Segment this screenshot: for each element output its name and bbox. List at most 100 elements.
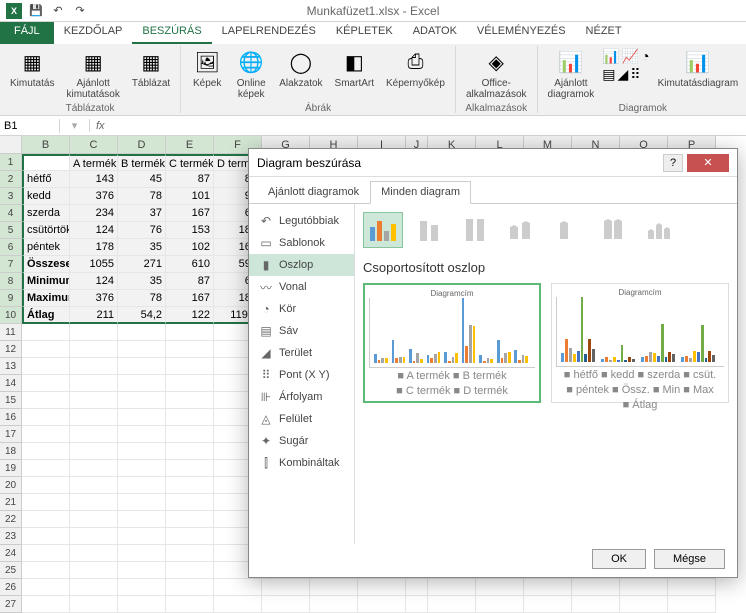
cell[interactable]: 101	[166, 188, 214, 205]
file-tab[interactable]: FÁJL	[0, 22, 54, 44]
row-header[interactable]: 10	[0, 307, 22, 324]
table-button[interactable]: ▦Táblázat	[128, 46, 174, 91]
cell[interactable]	[22, 477, 70, 494]
cell[interactable]: 45	[118, 171, 166, 188]
row-header[interactable]: 19	[0, 460, 22, 477]
row-header[interactable]: 18	[0, 443, 22, 460]
cell[interactable]	[70, 460, 118, 477]
cell[interactable]	[22, 562, 70, 579]
cell[interactable]	[262, 579, 310, 596]
subtype-3d-column[interactable]	[639, 212, 679, 248]
cell[interactable]	[620, 596, 668, 613]
subtype-stacked-column[interactable]	[409, 212, 449, 248]
cell[interactable]	[22, 494, 70, 511]
tab-layout[interactable]: LAPELRENDEZÉS	[212, 22, 326, 44]
cell[interactable]: 37	[118, 205, 166, 222]
side-recent[interactable]: ↶Legutóbbiak	[249, 210, 354, 232]
cell[interactable]	[262, 596, 310, 613]
row-header[interactable]: 27	[0, 596, 22, 613]
subtype-3d-clustered[interactable]	[501, 212, 541, 248]
cell[interactable]	[22, 358, 70, 375]
shapes-button[interactable]: ◯Alakzatok	[275, 46, 326, 91]
tab-insert[interactable]: BESZÚRÁS	[132, 22, 211, 44]
redo-icon[interactable]: ↷	[70, 2, 90, 20]
cell[interactable]	[524, 579, 572, 596]
cell[interactable]	[118, 392, 166, 409]
cell[interactable]	[406, 596, 428, 613]
cell[interactable]: 87	[166, 273, 214, 290]
cell[interactable]: 35	[118, 273, 166, 290]
cell[interactable]: 124	[70, 273, 118, 290]
cell[interactable]: szerda	[22, 205, 70, 222]
cell[interactable]: kedd	[22, 188, 70, 205]
smartart-button[interactable]: ◧SmartArt	[331, 46, 378, 91]
cell[interactable]	[70, 511, 118, 528]
cell[interactable]: 211	[70, 307, 118, 324]
cell[interactable]	[22, 596, 70, 613]
cell[interactable]: 35	[118, 239, 166, 256]
side-pie[interactable]: ◔Kör	[249, 298, 354, 320]
cell[interactable]	[118, 528, 166, 545]
row-header[interactable]: 26	[0, 579, 22, 596]
column-header[interactable]: D	[118, 136, 166, 154]
cell[interactable]	[406, 579, 428, 596]
tab-review[interactable]: VÉLEMÉNYEZÉS	[467, 22, 576, 44]
cell[interactable]	[118, 562, 166, 579]
cell[interactable]	[22, 154, 70, 171]
cell[interactable]	[620, 579, 668, 596]
cell[interactable]	[214, 596, 262, 613]
cell[interactable]	[428, 596, 476, 613]
side-line[interactable]: 〰Vonal	[249, 276, 354, 298]
area-chart-icon[interactable]: ◢	[617, 66, 628, 83]
row-header[interactable]: 17	[0, 426, 22, 443]
cell[interactable]	[22, 443, 70, 460]
cell[interactable]	[118, 341, 166, 358]
cell[interactable]	[572, 579, 620, 596]
cell[interactable]	[22, 460, 70, 477]
cell[interactable]	[118, 409, 166, 426]
cell[interactable]	[22, 579, 70, 596]
cell[interactable]: A termék	[70, 154, 118, 171]
cell[interactable]	[166, 460, 214, 477]
row-header[interactable]: 11	[0, 324, 22, 341]
online-pictures-button[interactable]: 🌐Online képek	[231, 46, 271, 102]
cell[interactable]	[22, 511, 70, 528]
cell[interactable]	[22, 545, 70, 562]
row-header[interactable]: 22	[0, 511, 22, 528]
cell[interactable]	[22, 324, 70, 341]
cell[interactable]	[118, 324, 166, 341]
side-column[interactable]: ▮Oszlop	[249, 254, 354, 276]
column-header[interactable]: E	[166, 136, 214, 154]
line-chart-icon[interactable]: 📈	[622, 48, 639, 65]
cell[interactable]: 376	[70, 188, 118, 205]
cell[interactable]: 76	[118, 222, 166, 239]
cell[interactable]	[22, 528, 70, 545]
cell[interactable]	[166, 324, 214, 341]
cell[interactable]: B termék	[118, 154, 166, 171]
cell[interactable]	[166, 375, 214, 392]
side-area[interactable]: ◢Terület	[249, 342, 354, 364]
row-header[interactable]: 14	[0, 375, 22, 392]
office-apps-button[interactable]: ◈Office- alkalmazások	[462, 46, 531, 102]
screenshot-button[interactable]: ⎙Képernyőkép	[382, 46, 449, 91]
cell[interactable]: 271	[118, 256, 166, 273]
cell[interactable]	[70, 341, 118, 358]
cell[interactable]: 234	[70, 205, 118, 222]
name-box[interactable]: B1	[0, 119, 60, 133]
recommended-pivot-button[interactable]: ▦Ajánlott kimutatások	[62, 46, 123, 102]
cell[interactable]	[70, 562, 118, 579]
row-header[interactable]: 13	[0, 358, 22, 375]
side-radar[interactable]: ✦Sugár	[249, 430, 354, 452]
cell[interactable]	[118, 358, 166, 375]
cell[interactable]	[166, 545, 214, 562]
namebox-dropdown-icon[interactable]: ▾	[60, 119, 90, 132]
row-header[interactable]: 2	[0, 171, 22, 188]
cell[interactable]: hétfő	[22, 171, 70, 188]
cell[interactable]: 610	[166, 256, 214, 273]
cell[interactable]	[118, 511, 166, 528]
recommended-charts-button[interactable]: 📊Ajánlott diagramok	[544, 46, 599, 102]
row-header[interactable]: 9	[0, 290, 22, 307]
cell[interactable]: 143	[70, 171, 118, 188]
cell[interactable]	[70, 579, 118, 596]
cell[interactable]: 167	[166, 290, 214, 307]
